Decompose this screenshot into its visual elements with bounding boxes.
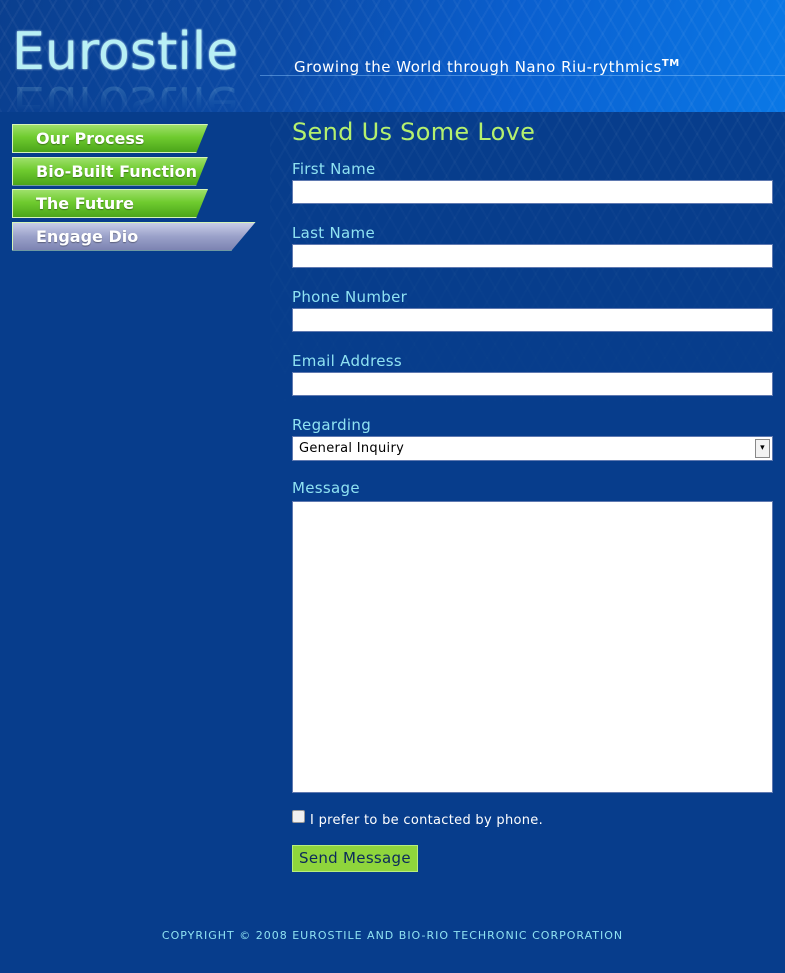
send-message-button[interactable]: Send Message bbox=[292, 845, 418, 872]
regarding-selected-value: General Inquiry bbox=[299, 441, 405, 456]
copyright-footer: COPYRIGHT © 2008 EUROSTILE AND BIO-RIO T… bbox=[161, 929, 624, 942]
phone-preference-checkbox[interactable] bbox=[292, 809, 305, 823]
first-name-field[interactable] bbox=[292, 180, 773, 204]
nav-item-label: The Future bbox=[36, 194, 135, 213]
site-logo[interactable]: Eurostile bbox=[12, 22, 238, 82]
header-divider bbox=[260, 75, 785, 76]
page-title: Send Us Some Love bbox=[292, 118, 536, 146]
message-label: Message bbox=[292, 479, 360, 497]
last-name-label: Last Name bbox=[292, 224, 375, 242]
nav-item-label: Our Process bbox=[36, 129, 145, 148]
site-tagline: Growing the World through Nano Riu-rythm… bbox=[294, 58, 680, 76]
nav-item-label: Bio-Built Function bbox=[36, 161, 197, 181]
phone-preference-row: I prefer to be contacted by phone. bbox=[292, 809, 774, 829]
email-address-label: Email Address bbox=[292, 352, 403, 370]
message-textarea[interactable] bbox=[292, 501, 773, 793]
first-name-label: First Name bbox=[292, 160, 376, 178]
nav-item-the-future[interactable]: The Future bbox=[12, 189, 262, 218]
phone-number-label: Phone Number bbox=[292, 288, 408, 306]
phone-number-field[interactable] bbox=[292, 308, 773, 332]
tagline-text: Growing the World through Nano Riu-rythm… bbox=[294, 58, 662, 76]
nav-item-bio-built-function[interactable]: Bio-Built Function bbox=[12, 156, 262, 186]
last-name-field[interactable] bbox=[292, 244, 773, 268]
main-navigation: Our Process Bio-Built Function The Futur… bbox=[12, 124, 262, 254]
chevron-down-icon[interactable]: ▾ bbox=[755, 439, 770, 458]
logo-reflection: Eurostile bbox=[12, 74, 239, 134]
nav-item-label: Engage Dio bbox=[36, 226, 139, 246]
nav-item-engage-dio[interactable]: Engage Dio bbox=[12, 221, 262, 251]
email-address-field[interactable] bbox=[292, 372, 773, 396]
contact-form: Send Us Some Love First Name Last Name P… bbox=[292, 116, 774, 872]
phone-preference-label[interactable]: I prefer to be contacted by phone. bbox=[310, 813, 543, 828]
trademark-mark: TM bbox=[661, 58, 680, 69]
regarding-label: Regarding bbox=[292, 416, 372, 434]
regarding-select[interactable]: General Inquiry ▾ bbox=[292, 436, 773, 461]
